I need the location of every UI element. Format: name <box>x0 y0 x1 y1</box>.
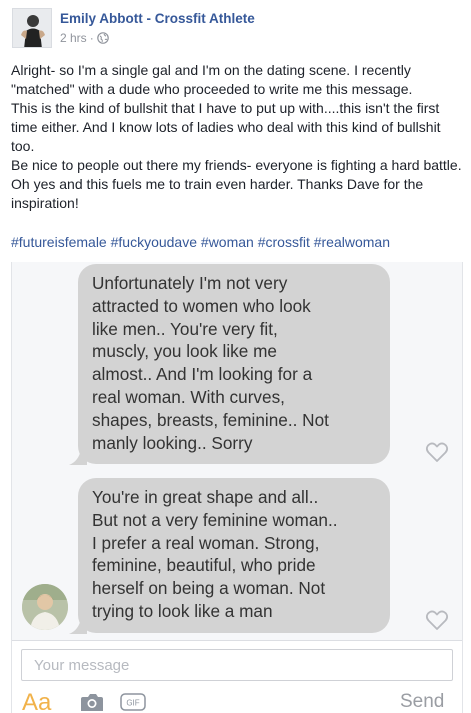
message-line: herself on being a woman. Not <box>92 578 326 599</box>
post-time[interactable]: 2 hrs <box>60 31 87 45</box>
post-header: Emily Abbott - Crossfit Athlete 2 hrs · <box>0 0 471 56</box>
message-input[interactable] <box>21 649 453 681</box>
message-line: almost.. And I'm looking for a <box>92 364 313 385</box>
message-line: I prefer a real woman. Strong, <box>92 532 320 553</box>
hashtag-link[interactable]: #futureisfemale <box>11 234 107 250</box>
post-paragraph: Be nice to people out there my friends- … <box>11 157 462 173</box>
heart-icon[interactable] <box>425 609 449 631</box>
author-name[interactable]: Emily Abbott - Crossfit Athlete <box>60 11 255 26</box>
send-button[interactable]: Send <box>400 691 444 713</box>
hashtag-link[interactable]: #woman <box>201 234 254 250</box>
post-paragraph: This is the kind of bullshit that I have… <box>11 100 441 154</box>
chat-thread: Unfortunately I'm not very attracted to … <box>12 262 462 713</box>
camera-icon[interactable] <box>80 691 104 713</box>
hashtag-link[interactable]: #fuckyoudave <box>111 234 197 250</box>
bubble-tail-icon <box>69 618 87 634</box>
message-screenshot[interactable]: Unfortunately I'm not very attracted to … <box>11 262 463 713</box>
message-line: You're in great shape and all.. <box>92 487 319 507</box>
message-bubble[interactable]: Unfortunately I'm not very attracted to … <box>69 264 390 465</box>
message-line: manly looking.. Sorry <box>92 432 253 453</box>
message-line: shapes, breasts, feminine.. Not <box>92 409 329 430</box>
message-line: trying to look like a man <box>92 600 273 621</box>
post-meta: 2 hrs · <box>60 31 109 45</box>
author-avatar[interactable] <box>12 8 52 48</box>
post-paragraph: Oh yes and this fuels me to train even h… <box>11 176 424 211</box>
message-line: But not a very feminine woman.. <box>92 509 338 530</box>
gif-label: GIF <box>126 699 139 708</box>
message-line: attracted to women who look <box>92 295 311 316</box>
heart-icon[interactable] <box>425 441 449 463</box>
message-line: Unfortunately I'm not very <box>92 273 288 293</box>
sender-avatar[interactable] <box>22 584 68 630</box>
bubble-tail-icon <box>69 449 87 465</box>
hashtag-link[interactable]: #crossfit <box>258 234 310 250</box>
hashtag-row: #futureisfemale #fuckyoudave #woman #cro… <box>11 233 463 252</box>
post-body: Alright- so I'm a single gal and I'm on … <box>11 61 463 213</box>
gif-button[interactable]: GIF <box>120 693 146 711</box>
message-bubble[interactable]: You're in great shape and all.. But not … <box>69 478 390 634</box>
globe-icon[interactable] <box>96 32 109 44</box>
compose-toolbar: Aa GIF Send <box>12 687 462 713</box>
message-line: like men.. You're very fit, <box>92 318 278 339</box>
hashtag-link[interactable]: #realwoman <box>314 234 390 250</box>
meta-separator: · <box>89 31 94 45</box>
message-line: real woman. With curves, <box>92 386 285 407</box>
message-line: muscly, you look like me <box>92 341 277 362</box>
post-paragraph: Alright- so I'm a single gal and I'm on … <box>11 62 413 97</box>
font-button[interactable]: Aa <box>22 689 51 713</box>
compose-bar: Aa GIF Send <box>12 640 462 713</box>
message-line: feminine, beautiful, who pride <box>92 555 316 576</box>
